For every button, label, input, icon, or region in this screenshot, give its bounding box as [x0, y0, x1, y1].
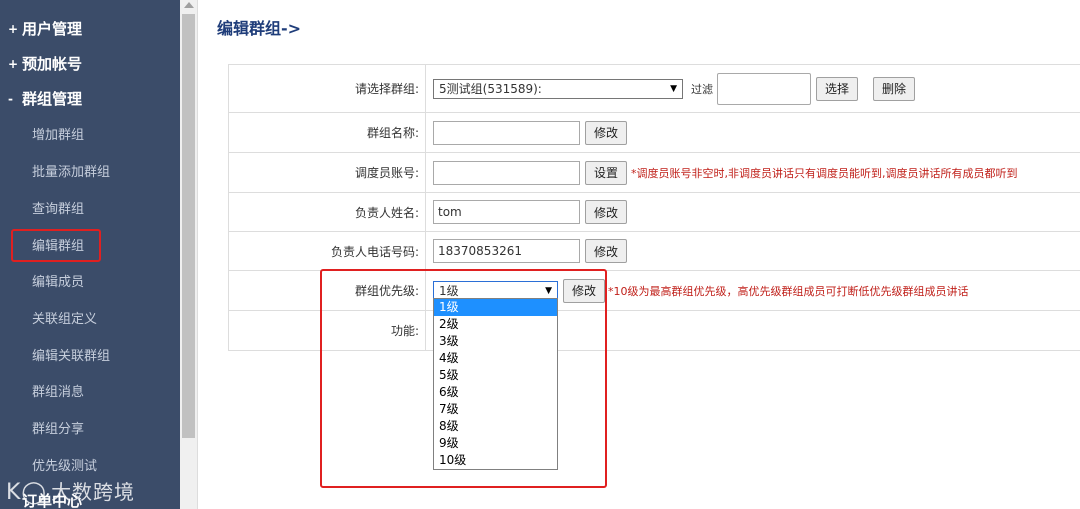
- priority-option[interactable]: 10级: [434, 452, 557, 469]
- function-label: 功能:: [228, 310, 426, 351]
- sidebar-item-priority-test[interactable]: 优先级测试: [32, 455, 97, 474]
- priority-note: *10级为最高群组优先级，高优先级群组成员可打断低优先级群组成员讲话: [608, 284, 969, 298]
- expand-icon: +: [8, 56, 19, 71]
- form-row-owner-name: 负责人姓名: 修改: [228, 192, 1080, 232]
- group-name-input[interactable]: [433, 120, 580, 145]
- watermark-logo-icon: K◯: [6, 480, 48, 505]
- owner-phone-modify-button[interactable]: 修改: [585, 239, 628, 263]
- priority-option[interactable]: 3级: [434, 333, 557, 350]
- priority-option[interactable]: 1级: [434, 299, 557, 316]
- sidebar-item-edit-linked-group[interactable]: 编辑关联群组: [32, 345, 110, 364]
- sidebar-item-group-share[interactable]: 群组分享: [32, 418, 84, 437]
- sidebar-section-user-management[interactable]: + 用户管理: [8, 18, 82, 39]
- sidebar-section-group-management[interactable]: - 群组管理: [8, 88, 82, 109]
- sidebar-section-preload-accounts[interactable]: + 预加帐号: [8, 53, 82, 74]
- group-name-modify-button[interactable]: 修改: [585, 120, 628, 145]
- dispatcher-input[interactable]: [433, 160, 580, 185]
- owner-phone-input[interactable]: [433, 239, 580, 263]
- priority-option[interactable]: 5级: [434, 367, 557, 384]
- collapse-icon: -: [8, 91, 13, 106]
- edit-group-form: 请选择群组: 5测试组(531589): ▼ 过滤 选择 删除 群组名称: 修改…: [228, 64, 1080, 351]
- form-row-priority: 群组优先级: 1级 ▼ 修改 *10级为最高群组优先级，高优先级群组成员可打断低…: [228, 270, 1080, 311]
- priority-dropdown-list: 1级 2级 3级 4级 5级 6级 7级 8级 9级 10级: [433, 298, 558, 470]
- priority-label: 群组优先级:: [228, 270, 426, 311]
- sidebar-item-linked-group-definition[interactable]: 关联组定义: [32, 308, 97, 327]
- priority-option[interactable]: 8级: [434, 418, 557, 435]
- sidebar-item-query-group[interactable]: 查询群组: [32, 198, 84, 217]
- priority-option[interactable]: 4级: [434, 350, 557, 367]
- filter-label: 过滤: [691, 82, 713, 96]
- dispatcher-set-button[interactable]: 设置: [585, 160, 628, 185]
- delete-button[interactable]: 删除: [873, 76, 916, 101]
- priority-option[interactable]: 2级: [434, 316, 557, 333]
- scrollbar-thumb[interactable]: [182, 14, 195, 438]
- sidebar-item-add-group[interactable]: 增加群组: [32, 124, 84, 143]
- watermark: K◯ 大数跨境: [6, 476, 135, 505]
- priority-modify-button[interactable]: 修改: [563, 278, 606, 303]
- priority-option[interactable]: 7级: [434, 401, 557, 418]
- form-row-group-name: 群组名称: 修改: [228, 112, 1080, 153]
- form-row-dispatcher: 调度员账号: 设置 *调度员账号非空时,非调度员讲话只有调度员能听到,调度员讲话…: [228, 152, 1080, 193]
- priority-option[interactable]: 9级: [434, 435, 557, 452]
- owner-name-label: 负责人姓名:: [228, 192, 426, 232]
- group-name-label: 群组名称:: [228, 112, 426, 153]
- owner-phone-label: 负责人电话号码:: [228, 231, 426, 271]
- watermark-text: 大数跨境: [51, 480, 136, 504]
- owner-name-input[interactable]: [433, 200, 580, 224]
- dropdown-arrow-icon: ▼: [670, 83, 677, 94]
- priority-option[interactable]: 6级: [434, 384, 557, 401]
- form-row-function: 功能:: [228, 310, 1080, 351]
- sidebar: + 用户管理 + 预加帐号 - 群组管理 增加群组 批量添加群组 查询群组 编辑…: [0, 0, 180, 509]
- group-select[interactable]: 5测试组(531589): ▼: [433, 78, 683, 99]
- sidebar-item-edit-members[interactable]: 编辑成员: [32, 271, 84, 290]
- sidebar-item-batch-add-group[interactable]: 批量添加群组: [32, 161, 110, 180]
- dispatcher-note: *调度员账号非空时,非调度员讲话只有调度员能听到,调度员讲话所有成员都听到: [631, 166, 1018, 180]
- dispatcher-label: 调度员账号:: [228, 152, 426, 193]
- filter-input[interactable]: [717, 72, 811, 105]
- sidebar-section-label: 群组管理: [22, 90, 83, 108]
- active-item-highlight: [11, 229, 101, 262]
- choose-button[interactable]: 选择: [816, 76, 859, 101]
- page-title: 编辑群组->: [217, 19, 302, 38]
- dropdown-arrow-icon: ▼: [545, 285, 552, 296]
- form-row-group-select: 请选择群组: 5测试组(531589): ▼ 过滤 选择 删除: [228, 64, 1080, 113]
- sidebar-item-group-messages[interactable]: 群组消息: [32, 381, 84, 400]
- sidebar-section-label: 用户管理: [22, 20, 83, 38]
- owner-name-modify-button[interactable]: 修改: [585, 200, 628, 224]
- scroll-up-arrow-icon[interactable]: [184, 2, 194, 8]
- sidebar-scrollbar[interactable]: [180, 0, 198, 509]
- sidebar-section-label: 预加帐号: [22, 55, 83, 73]
- priority-select-value: 1级: [439, 284, 459, 298]
- group-select-value: 5测试组(531589):: [439, 82, 542, 96]
- group-select-label: 请选择群组:: [228, 64, 426, 113]
- form-row-owner-phone: 负责人电话号码: 修改: [228, 231, 1080, 271]
- expand-icon: +: [8, 21, 19, 36]
